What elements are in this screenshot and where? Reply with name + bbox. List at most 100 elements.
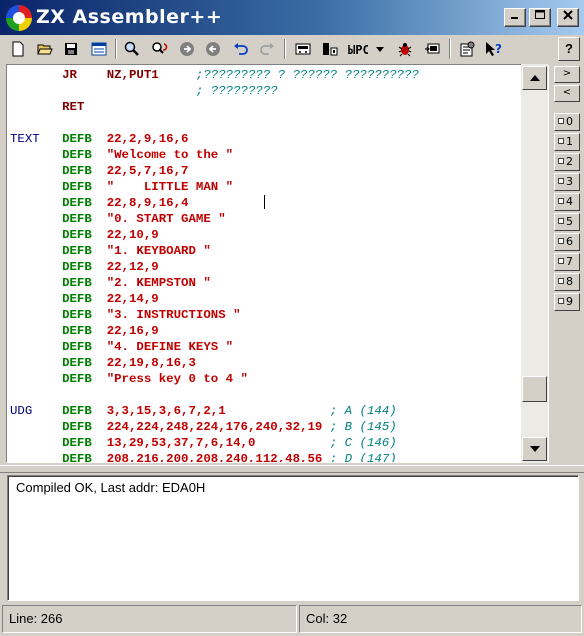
- view-list-button[interactable]: [88, 38, 110, 60]
- build-bin-button[interactable]: [319, 38, 341, 60]
- editor-scrollbar[interactable]: [521, 64, 548, 463]
- code-operand: NZ,PUT1: [106, 68, 196, 82]
- toolbar-separator: [115, 39, 117, 59]
- build-options-button[interactable]: ЫРС: [346, 38, 370, 60]
- build-dropdown-button[interactable]: [372, 38, 388, 60]
- checkbox-icon: [558, 278, 564, 284]
- maximize-button[interactable]: [529, 8, 551, 27]
- new-file-icon: [12, 41, 24, 57]
- code-label: [10, 292, 62, 306]
- code-label: [10, 228, 62, 242]
- scroll-thumb[interactable]: [522, 376, 547, 402]
- binary-block-icon: [323, 43, 338, 56]
- checkbox-icon: [558, 258, 564, 264]
- app-logo-icon: [6, 5, 32, 31]
- code-line: DEFB 13,29,53,37,7,6,14,0 ; C (146): [10, 435, 419, 451]
- output-pane: Compiled OK, Last addr: EDA0H: [7, 475, 579, 601]
- bookmark-1-button[interactable]: 1: [554, 133, 580, 151]
- code-opcode: DEFB: [62, 420, 107, 434]
- checkbox-icon: [558, 218, 564, 224]
- bookmark-label: 7: [566, 255, 573, 268]
- new-file-button[interactable]: [7, 38, 29, 60]
- svg-text:?: ?: [495, 42, 502, 56]
- find-replace-button[interactable]: [149, 38, 171, 60]
- checkbox-icon: [558, 198, 564, 204]
- bookmark-4-button[interactable]: 4: [554, 193, 580, 211]
- code-line: DEFB 22,14,9: [10, 291, 419, 307]
- code-opcode: DEFB: [62, 452, 107, 463]
- open-file-button[interactable]: [34, 38, 56, 60]
- context-help-button[interactable]: ?: [483, 38, 505, 60]
- maximize-icon: [535, 10, 545, 19]
- code-label: [10, 356, 62, 370]
- toolbar-separator: [449, 39, 451, 59]
- scroll-down-button[interactable]: [522, 437, 547, 461]
- checkbox-icon: [558, 178, 564, 184]
- code-label: [10, 212, 62, 226]
- previous-button[interactable]: [202, 38, 224, 60]
- code-operand: 22,5,7,16,7: [106, 164, 196, 178]
- code-comment: ;????????? ? ?????? ??????????: [195, 68, 419, 82]
- undo-button[interactable]: [230, 38, 252, 60]
- scroll-up-button[interactable]: [522, 66, 547, 90]
- bookmark-5-button[interactable]: 5: [554, 213, 580, 231]
- checkbox-icon: [558, 118, 564, 124]
- code-opcode: DEFB: [62, 132, 107, 146]
- code-label: [10, 452, 62, 462]
- code-operand: 22,2,9,16,6: [106, 132, 196, 146]
- title-bar: ZX Assembler++: [0, 0, 584, 35]
- code-opcode: DEFB: [62, 340, 107, 354]
- code-line: DEFB "4. DEFINE KEYS ": [10, 339, 419, 355]
- checkbox-icon: [558, 158, 564, 164]
- bookmark-7-button[interactable]: 7: [554, 253, 580, 271]
- bookmark-0-button[interactable]: 0: [554, 113, 580, 131]
- checkbox-icon: [558, 298, 564, 304]
- code-label: [10, 68, 62, 82]
- code-operand: "3. INSTRUCTIONS ": [106, 308, 248, 322]
- code-label: TEXT: [10, 132, 63, 146]
- next-button[interactable]: [176, 38, 198, 60]
- code-line: RET: [10, 99, 419, 115]
- chevron-down-icon: [376, 47, 384, 52]
- properties-icon: [460, 41, 475, 57]
- code-label: [10, 308, 62, 322]
- code-operand: "0. START GAME ": [106, 212, 234, 226]
- undo-icon: [234, 43, 248, 55]
- bookmark-8-button[interactable]: 8: [554, 273, 580, 291]
- checkbox-icon: [558, 138, 564, 144]
- status-bar: Line: 266 Col: 32: [0, 603, 584, 636]
- code-editor[interactable]: JR NZ,PUT1 ;????????? ? ?????? ?????????…: [6, 64, 549, 463]
- code-operand: [107, 100, 196, 114]
- bookmark-label: 2: [566, 155, 573, 168]
- debug-button[interactable]: [394, 38, 416, 60]
- close-button[interactable]: [557, 8, 579, 27]
- code-line: UDG DEFB 3,3,15,3,6,7,2,1 ; A (144): [10, 403, 419, 419]
- redo-button[interactable]: [256, 38, 278, 60]
- find-button[interactable]: [121, 38, 143, 60]
- code-operand: "1. KEYBOARD ": [106, 244, 219, 258]
- next-bookmark-button[interactable]: >: [554, 66, 580, 83]
- bookmark-9-button[interactable]: 9: [554, 293, 580, 311]
- prev-bookmark-button[interactable]: <: [554, 85, 580, 102]
- code-opcode: RET: [62, 100, 107, 114]
- help-button[interactable]: ?: [558, 37, 580, 61]
- save-disk-icon: [65, 43, 77, 55]
- pane-splitter[interactable]: [0, 465, 584, 473]
- toolbar: ЫРС ? ?: [0, 35, 584, 63]
- build-tap-button[interactable]: [292, 38, 314, 60]
- bookmark-3-button[interactable]: 3: [554, 173, 580, 191]
- redo-icon: [260, 43, 274, 55]
- bookmark-2-button[interactable]: 2: [554, 153, 580, 171]
- code-label: [10, 148, 62, 162]
- properties-button[interactable]: [456, 38, 478, 60]
- code-comment: ; C (146): [329, 436, 397, 450]
- save-file-button[interactable]: [60, 38, 82, 60]
- minimize-button[interactable]: [504, 8, 526, 27]
- code-opcode: DEFB: [62, 180, 107, 194]
- code-operand: "Welcome to the ": [106, 148, 241, 162]
- bookmark-6-button[interactable]: 6: [554, 233, 580, 251]
- code-line: DEFB 22,10,9: [10, 227, 419, 243]
- export-button[interactable]: [421, 38, 443, 60]
- tape-icon: [295, 43, 311, 55]
